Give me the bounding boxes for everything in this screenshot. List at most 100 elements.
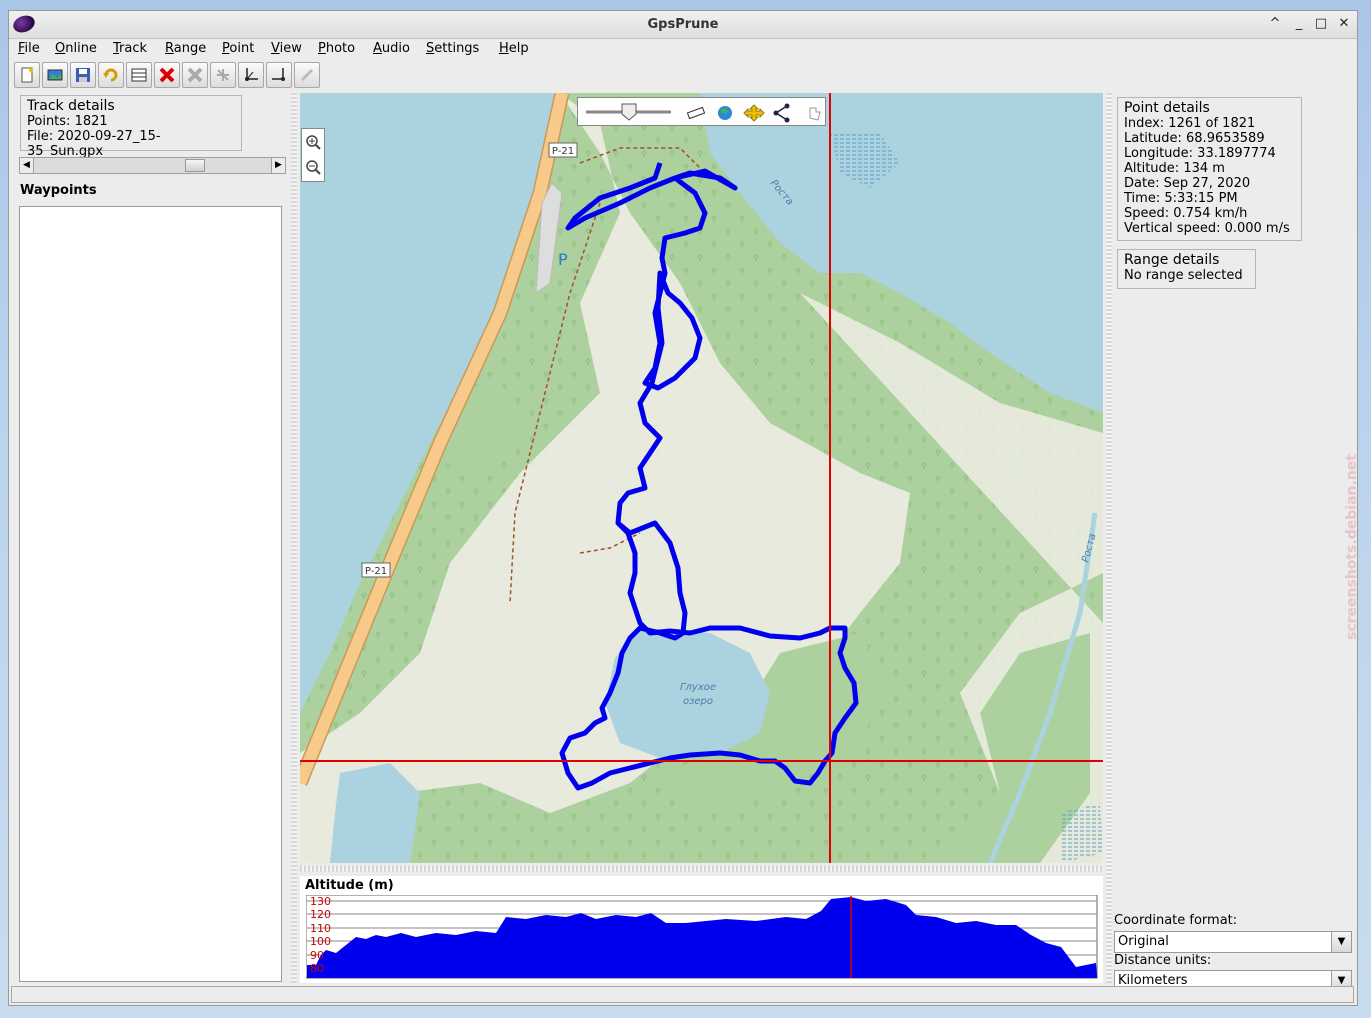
table-icon bbox=[131, 68, 147, 82]
set-range-end-icon bbox=[272, 68, 285, 81]
right-splitter[interactable] bbox=[1106, 93, 1112, 983]
watermark: screenshots.debian.net bbox=[1344, 454, 1360, 640]
point-details-title: Point details bbox=[1124, 100, 1210, 116]
scroll-right-icon[interactable]: ▶ bbox=[271, 158, 285, 173]
point-speed: Speed: 0.754 km/h bbox=[1124, 206, 1248, 221]
lake-label-1: Глухое bbox=[680, 682, 716, 693]
coord-format-value: Original bbox=[1118, 934, 1169, 949]
menu-audio[interactable]: Audio bbox=[373, 41, 410, 56]
app-window: GpsPrune ^ _ □ ✕ File Online Track Range… bbox=[8, 10, 1358, 1006]
map-view[interactable]: P-21 P-21 P Ростa Ростa Глухое озеро bbox=[300, 93, 1103, 863]
zoom-out-icon[interactable] bbox=[306, 160, 321, 175]
range-details-title: Range details bbox=[1124, 252, 1220, 268]
marsh-2 bbox=[1060, 803, 1103, 863]
track-scrollbar[interactable]: ◀ ▶ bbox=[19, 157, 286, 174]
menu-settings[interactable]: Settings bbox=[426, 41, 479, 56]
scroll-thumb[interactable] bbox=[185, 159, 205, 172]
left-panel: Track details Points: 1821 File: 2020-09… bbox=[16, 93, 289, 983]
set-range-end-button[interactable] bbox=[266, 62, 292, 88]
watermark-text: screenshots.debian.net bbox=[1344, 454, 1360, 640]
undo-button[interactable] bbox=[98, 62, 124, 88]
close-button[interactable]: ✕ bbox=[1335, 15, 1353, 33]
waypoints-title: Waypoints bbox=[20, 183, 97, 198]
ruler-icon[interactable] bbox=[686, 106, 706, 120]
track-details-title: Track details bbox=[27, 98, 115, 114]
menu-view[interactable]: View bbox=[271, 41, 302, 56]
connect-icon bbox=[300, 68, 314, 82]
chevron-down-icon[interactable]: ▼ bbox=[1331, 932, 1351, 952]
menu-file[interactable]: File bbox=[18, 41, 40, 56]
point-longitude: Longitude: 33.1897774 bbox=[1124, 146, 1276, 161]
track-details-box: Track details Points: 1821 File: 2020-09… bbox=[20, 95, 242, 159]
alt-tick-90: 90 bbox=[310, 949, 324, 962]
minimize-button[interactable]: _ bbox=[1290, 15, 1308, 33]
point-altitude: Altitude: 134 m bbox=[1124, 161, 1225, 176]
right-panel: Point details Index: 1261 of 1821 Latitu… bbox=[1114, 93, 1355, 992]
point-details-box: Point details Index: 1261 of 1821 Latitu… bbox=[1117, 97, 1302, 241]
new-file-button[interactable] bbox=[14, 62, 40, 88]
road-label-1: P-21 bbox=[552, 146, 574, 157]
menu-help[interactable]: Help bbox=[499, 41, 529, 56]
window-title: GpsPrune bbox=[647, 17, 719, 32]
altitude-panel: Altitude (m) 130 120 110 100 90 80 bbox=[300, 876, 1103, 983]
shade-button[interactable]: ^ bbox=[1266, 15, 1284, 33]
alt-tick-80: 80 bbox=[310, 962, 324, 975]
menu-bar: File Online Track Range Point View Photo… bbox=[9, 39, 1357, 61]
point-date: Date: Sep 27, 2020 bbox=[1124, 176, 1251, 191]
maximize-button[interactable]: □ bbox=[1312, 15, 1330, 33]
globe-icon[interactable] bbox=[718, 106, 732, 120]
menu-online[interactable]: Online bbox=[55, 41, 97, 56]
compress-icon bbox=[217, 69, 229, 81]
track-file: File: 2020-09-27_15-35_Sun.gpx bbox=[27, 129, 161, 159]
range-details-text: No range selected bbox=[1124, 268, 1243, 283]
range-details-box: Range details No range selected bbox=[1117, 249, 1256, 289]
point-time: Time: 5:33:15 PM bbox=[1124, 191, 1238, 206]
waypoints-list[interactable] bbox=[19, 206, 282, 982]
delete-range-button[interactable] bbox=[182, 62, 208, 88]
coord-format-label: Coordinate format: bbox=[1114, 913, 1238, 928]
menu-track[interactable]: Track bbox=[113, 41, 147, 56]
alt-tick-100: 100 bbox=[310, 935, 331, 948]
set-range-start-button[interactable] bbox=[238, 62, 264, 88]
open-photo-icon bbox=[47, 69, 63, 81]
alt-tick-110: 110 bbox=[310, 922, 331, 935]
altitude-chart[interactable]: 130 120 110 100 90 80 bbox=[306, 895, 1098, 979]
menu-point[interactable]: Point bbox=[222, 41, 254, 56]
zoom-control bbox=[301, 128, 325, 182]
hand-icon[interactable] bbox=[809, 107, 821, 121]
save-icon bbox=[76, 68, 90, 82]
title-bar[interactable]: GpsPrune ^ _ □ ✕ bbox=[9, 11, 1357, 39]
altitude-title: Altitude (m) bbox=[305, 878, 394, 893]
point-vertical-speed: Vertical speed: 0.000 m/s bbox=[1124, 221, 1290, 236]
zoom-in-icon[interactable] bbox=[306, 135, 321, 150]
table-button[interactable] bbox=[126, 62, 152, 88]
delete-range-icon bbox=[187, 67, 203, 83]
menu-range[interactable]: Range bbox=[165, 41, 206, 56]
save-button[interactable] bbox=[70, 62, 96, 88]
bottom-splitter[interactable] bbox=[300, 865, 1103, 872]
set-range-start-icon bbox=[245, 68, 258, 81]
distance-units-label: Distance units: bbox=[1114, 953, 1212, 968]
zoom-slider-thumb[interactable] bbox=[621, 103, 637, 121]
parking-label: P bbox=[558, 250, 568, 269]
add-photo-button[interactable] bbox=[42, 62, 68, 88]
coord-format-select[interactable]: Original ▼ bbox=[1114, 931, 1352, 953]
share-icon[interactable] bbox=[773, 103, 790, 123]
scroll-left-icon[interactable]: ◀ bbox=[20, 158, 34, 173]
connect-button[interactable] bbox=[294, 62, 320, 88]
toolbar bbox=[9, 62, 1357, 90]
undo-icon bbox=[103, 68, 118, 82]
menu-photo[interactable]: Photo bbox=[318, 41, 355, 56]
left-splitter[interactable] bbox=[291, 93, 297, 983]
alt-tick-130: 130 bbox=[310, 895, 331, 908]
pan-icon[interactable] bbox=[743, 104, 765, 122]
compress-button[interactable] bbox=[210, 62, 236, 88]
waypoints-box: Waypoints bbox=[16, 181, 289, 983]
road-label-2: P-21 bbox=[365, 566, 387, 577]
track-points: Points: 1821 bbox=[27, 114, 108, 129]
delete-point-button[interactable] bbox=[154, 62, 180, 88]
map-controls bbox=[577, 97, 826, 126]
lake-label-2: озеро bbox=[683, 696, 713, 707]
map-canvas[interactable]: P-21 P-21 P Ростa Ростa Глухое озеро bbox=[300, 93, 1103, 863]
alt-tick-120: 120 bbox=[310, 908, 331, 921]
